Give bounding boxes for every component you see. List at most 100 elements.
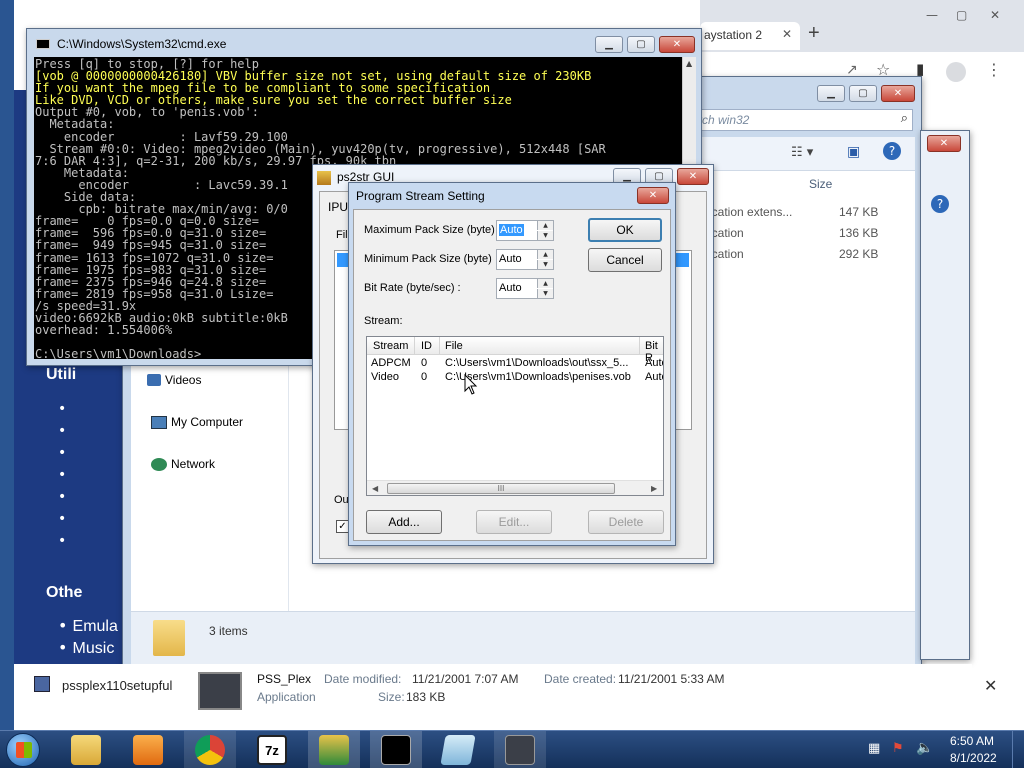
- download-file-name[interactable]: pssplex110setupful: [62, 678, 172, 693]
- cmd-minimize-button[interactable]: ▁: [595, 36, 623, 53]
- profile-avatar[interactable]: [946, 62, 966, 82]
- table-row[interactable]: ADPCM 0 C:\Users\vm1\Downloads\out\ssx_5…: [367, 357, 663, 371]
- column-header-size[interactable]: Size: [809, 177, 832, 191]
- column-header-stream[interactable]: Stream: [373, 340, 408, 352]
- webpage-bullet-music[interactable]: • Music: [58, 638, 114, 658]
- dialog-client: Maximum Pack Size (byte) Auto ▲ ▼ Minimu…: [353, 209, 671, 541]
- nav-item-videos[interactable]: Videos: [147, 373, 201, 391]
- spin-up-icon[interactable]: ▲: [537, 221, 553, 230]
- column-header-file[interactable]: File: [445, 340, 463, 352]
- file-row[interactable]: ication 292 KB: [709, 247, 909, 265]
- search-icon[interactable]: ⌕: [901, 111, 908, 126]
- ps2str-close-button[interactable]: ✕: [677, 168, 709, 185]
- tab-close-icon[interactable]: ✕: [782, 27, 792, 41]
- explorer-close-button[interactable]: ✕: [881, 85, 915, 102]
- program-stream-dialog: Program Stream Setting ✕ Maximum Pack Si…: [348, 182, 676, 546]
- max-pack-value: Auto: [499, 224, 524, 236]
- secondary-help-icon[interactable]: ?: [931, 195, 949, 213]
- cancel-button[interactable]: Cancel: [588, 248, 662, 272]
- browser-close-icon[interactable]: ✕: [990, 8, 1000, 22]
- help-icon[interactable]: ?: [883, 142, 901, 160]
- taskbar-explorer[interactable]: [60, 731, 112, 768]
- details-size-value: 183 KB: [406, 690, 446, 704]
- computer-icon: [151, 416, 167, 429]
- explorer-maximize-button[interactable]: ▢: [849, 85, 877, 102]
- add-button[interactable]: Add...: [366, 510, 442, 534]
- scroll-right-icon[interactable]: ▶: [651, 484, 657, 493]
- spin-down-icon[interactable]: ▼: [537, 231, 553, 240]
- details-pane: PSS_Plex Application Date modified: 11/2…: [172, 664, 972, 722]
- spin-down-icon[interactable]: ▼: [537, 289, 553, 298]
- max-pack-input[interactable]: Auto ▲ ▼: [496, 220, 554, 241]
- cmd-close-button[interactable]: ✕: [659, 36, 695, 53]
- bit-rate-input[interactable]: Auto ▲ ▼: [496, 278, 554, 299]
- spin-up-icon[interactable]: ▲: [537, 279, 553, 288]
- spin-up-icon[interactable]: ▲: [537, 250, 553, 259]
- edit-button[interactable]: Edit...: [476, 510, 552, 534]
- webpage-bullet-emula[interactable]: • Emula: [58, 616, 118, 636]
- windows-logo-icon: [16, 742, 32, 758]
- taskbar-chrome[interactable]: [184, 731, 236, 768]
- file-row[interactable]: ication 136 KB: [709, 226, 909, 244]
- taskbar-cmd[interactable]: [370, 731, 422, 768]
- scroll-thumb[interactable]: III: [387, 483, 615, 494]
- folder-icon: [71, 735, 101, 765]
- ok-button[interactable]: OK: [588, 218, 662, 242]
- file-row[interactable]: ication extens... 147 KB: [709, 205, 909, 223]
- explorer-search-box[interactable]: rch win32 ⌕: [693, 109, 913, 131]
- items-count: 3 items: [209, 624, 248, 638]
- ps2str-tab-ipu[interactable]: IPU: [328, 200, 348, 214]
- table-row[interactable]: Video 0 C:\Users\vm1\Downloads\penises.v…: [367, 371, 663, 385]
- clock-time[interactable]: 6:50 AM: [950, 734, 994, 748]
- cmd-maximize-button[interactable]: ▢: [627, 36, 655, 53]
- show-desktop-button[interactable]: [1012, 731, 1024, 768]
- network-icon: [151, 458, 167, 471]
- clock-date[interactable]: 8/1/2022: [950, 751, 997, 765]
- browser-maximize-icon[interactable]: ▢: [956, 8, 967, 22]
- secondary-close-button[interactable]: ✕: [927, 135, 961, 152]
- taskbar-pss-plex[interactable]: [494, 731, 546, 768]
- dialog-close-button[interactable]: ✕: [637, 187, 669, 204]
- details-size-label: Size:: [378, 690, 405, 704]
- cmd-title: C:\Windows\System32\cmd.exe: [57, 37, 227, 51]
- nav-item-my-computer[interactable]: My Computer: [151, 415, 243, 433]
- start-button[interactable]: [6, 733, 40, 767]
- network-tray-icon[interactable]: ▦: [868, 741, 880, 756]
- webpage-heading-other: Othe: [46, 584, 83, 601]
- column-header-id[interactable]: ID: [421, 340, 432, 352]
- console-line: encoder : Lavf59.29.100: [35, 129, 288, 144]
- volume-icon[interactable]: 🔈: [916, 740, 933, 756]
- min-pack-label: Minimum Pack Size (byte): [364, 253, 492, 265]
- video-folder-icon: [147, 374, 161, 386]
- taskbar-media-player[interactable]: [122, 731, 174, 768]
- notepad-icon: [440, 735, 476, 765]
- browser-tab[interactable]: aystation 2 ✕: [700, 22, 800, 50]
- taskbar-ps2str[interactable]: [308, 731, 360, 768]
- min-pack-value: Auto: [499, 253, 522, 265]
- stream-list-hscrollbar[interactable]: ◀ III ▶: [367, 480, 663, 495]
- download-bar-close-icon[interactable]: ✕: [984, 676, 997, 695]
- ps2str-icon: [319, 735, 349, 765]
- taskbar-7zip[interactable]: 7z: [246, 731, 298, 768]
- spin-down-icon[interactable]: ▼: [537, 260, 553, 269]
- cmd-app-icon: [36, 39, 50, 49]
- download-bar: pssplex110setupful: [14, 664, 174, 710]
- new-tab-button[interactable]: +: [808, 22, 820, 45]
- preview-pane-icon[interactable]: ▣: [847, 144, 860, 160]
- taskbar-notepad[interactable]: [432, 731, 484, 768]
- scroll-up-icon[interactable]: ▲: [686, 59, 692, 68]
- stream-list[interactable]: Stream ID File Bit R ADPCM 0 C:\Users\vm…: [366, 336, 664, 496]
- explorer-minimize-button[interactable]: ▁: [817, 85, 845, 102]
- explorer-search-placeholder: rch win32: [698, 113, 750, 127]
- scroll-left-icon[interactable]: ◀: [372, 484, 378, 493]
- download-file-icon: [34, 676, 50, 692]
- browser-minimize-icon[interactable]: —: [926, 8, 938, 22]
- dialog-title: Program Stream Setting: [356, 189, 485, 203]
- view-options-icon[interactable]: ☷ ▾: [791, 145, 813, 160]
- min-pack-input[interactable]: Auto ▲ ▼: [496, 249, 554, 270]
- nav-item-network[interactable]: Network: [151, 457, 215, 475]
- action-center-icon[interactable]: ⚑: [892, 741, 904, 756]
- desktop-strip: [0, 0, 14, 730]
- delete-button[interactable]: Delete: [588, 510, 664, 534]
- browser-menu-icon[interactable]: ⋮: [986, 60, 1002, 79]
